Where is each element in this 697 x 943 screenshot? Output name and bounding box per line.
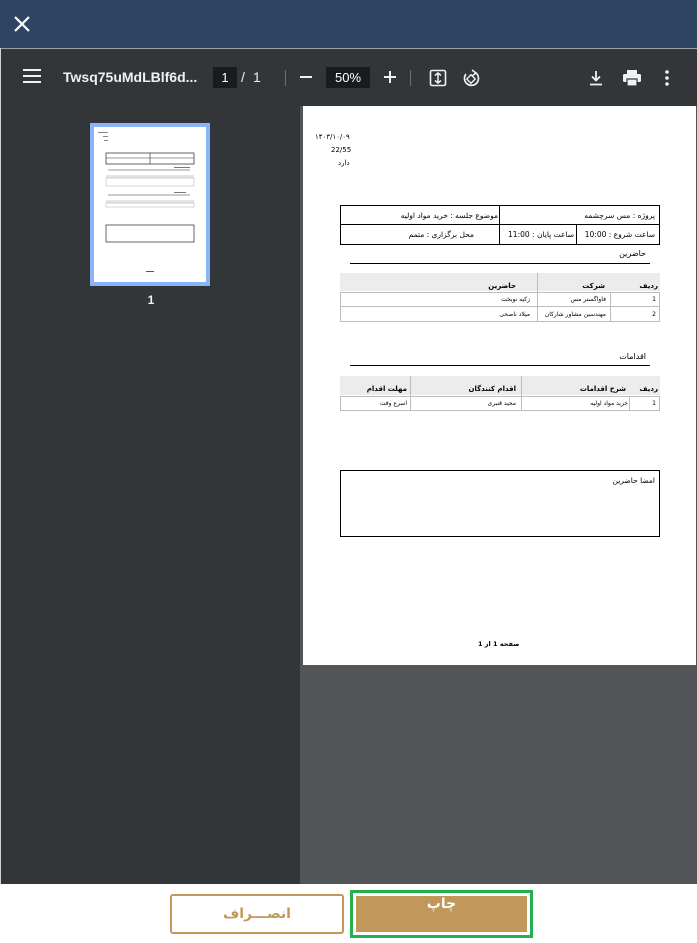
meeting-status: دارد bbox=[338, 159, 350, 167]
actions-header-cell: شرح اقدامات bbox=[579, 385, 626, 393]
actions-col-rule bbox=[410, 376, 411, 411]
table-cell: خرید مواد اولیه bbox=[590, 400, 628, 407]
info-col-divider bbox=[499, 205, 500, 245]
location-field: محل برگزاری : متمم bbox=[408, 230, 474, 239]
table-cell: 1 bbox=[652, 400, 656, 407]
toolbar-divider bbox=[285, 70, 286, 86]
fit-page-icon[interactable] bbox=[429, 69, 447, 87]
meeting-number: 22/55 bbox=[331, 146, 352, 154]
attendees-heading: حاضرین bbox=[619, 249, 646, 258]
table-cell: 1 bbox=[652, 296, 656, 303]
attendees-col-rule bbox=[610, 292, 611, 322]
dialog-footer: انصـــراف چاپ bbox=[0, 884, 697, 943]
info-row-divider bbox=[340, 224, 660, 225]
end-time-field: ساعت پایان : 11:00 bbox=[508, 230, 574, 239]
zoom-out-icon[interactable] bbox=[298, 71, 314, 83]
table-cell: مجید قنبری bbox=[487, 400, 516, 407]
actions-heading: اقدامات bbox=[619, 352, 646, 361]
pdf-page: ۱۴۰۳/۱۰/۰۹ 22/55 دارد پروژه : مس سرچشمه … bbox=[303, 106, 696, 665]
rotate-icon[interactable] bbox=[461, 68, 481, 88]
subject-field: موضوع جلسه : خرید مواد اولیه bbox=[400, 211, 498, 220]
document-area: ۱۴۰۳/۱۰/۰۹ 22/55 دارد پروژه : مس سرچشمه … bbox=[300, 106, 697, 884]
thumbnail-label: 1 bbox=[147, 293, 155, 307]
attendees-row-rule bbox=[340, 306, 660, 307]
actions-col-rule bbox=[521, 376, 522, 411]
actions-header-cell: مهلت اقدام bbox=[366, 385, 407, 393]
meeting-date: ۱۴۰۳/۱۰/۰۹ bbox=[315, 133, 350, 141]
table-cell: میلاد ناصحی bbox=[499, 311, 530, 318]
document-title: Twsq75uMdLBlf6d... bbox=[63, 69, 198, 85]
project-field: پروژه : مس سرچشمه bbox=[584, 211, 655, 220]
print-button-focus-ring: چاپ bbox=[350, 890, 533, 938]
signatures-label: امضا حاضرین bbox=[612, 476, 656, 485]
attendees-heading-rule bbox=[350, 263, 650, 264]
zoom-level-input[interactable]: 50% bbox=[326, 67, 370, 88]
cancel-button[interactable]: انصـــراف bbox=[170, 894, 344, 934]
actions-header-cell: اقدام کنندگان bbox=[468, 385, 517, 393]
page-footer: صفحه 1 از 1 bbox=[478, 640, 520, 648]
dialog-header bbox=[0, 0, 697, 48]
table-cell: اسرع وقت bbox=[379, 400, 407, 407]
pdf-viewer: Twsq75uMdLBlf6d... 1 / 1 50% 1 ۱۴۰۳/۱۰/۰… bbox=[0, 48, 697, 884]
more-vert-icon[interactable] bbox=[663, 69, 671, 87]
table-cell: زکیه نوبخت bbox=[501, 296, 530, 303]
print-icon[interactable] bbox=[622, 69, 642, 87]
page-total: 1 bbox=[253, 69, 261, 85]
thumbnail-preview bbox=[98, 132, 195, 272]
start-time-field: ساعت شروع : 10:00 bbox=[584, 230, 655, 239]
thumbnail-sidebar: 1 bbox=[1, 106, 300, 884]
close-icon[interactable] bbox=[10, 12, 34, 36]
toolbar-divider bbox=[410, 70, 411, 86]
zoom-in-icon[interactable] bbox=[382, 69, 398, 85]
page-separator: / bbox=[241, 69, 245, 85]
attendees-header-cell: ردیف bbox=[639, 282, 658, 290]
page-thumbnail[interactable] bbox=[90, 123, 210, 286]
table-cell: مهندسین مشاور شارکان bbox=[544, 311, 606, 318]
table-cell: 2 bbox=[652, 311, 656, 318]
actions-header-cell: ردیف bbox=[639, 385, 658, 393]
pdf-toolbar: Twsq75uMdLBlf6d... 1 / 1 50% bbox=[1, 48, 697, 106]
attendees-header-cell: شرکت bbox=[582, 282, 605, 290]
attendees-header-cell: حاضرین bbox=[488, 282, 516, 290]
table-cell: فاواگستر مس bbox=[570, 296, 606, 303]
actions-col-rule bbox=[629, 396, 630, 411]
print-button[interactable]: چاپ bbox=[356, 896, 527, 932]
actions-heading-rule bbox=[350, 365, 650, 366]
attendees-col-rule bbox=[537, 273, 538, 322]
page-number-input[interactable]: 1 bbox=[213, 67, 237, 88]
download-icon[interactable] bbox=[587, 69, 605, 87]
info-col-divider-2 bbox=[576, 224, 577, 245]
menu-icon[interactable] bbox=[23, 69, 41, 83]
